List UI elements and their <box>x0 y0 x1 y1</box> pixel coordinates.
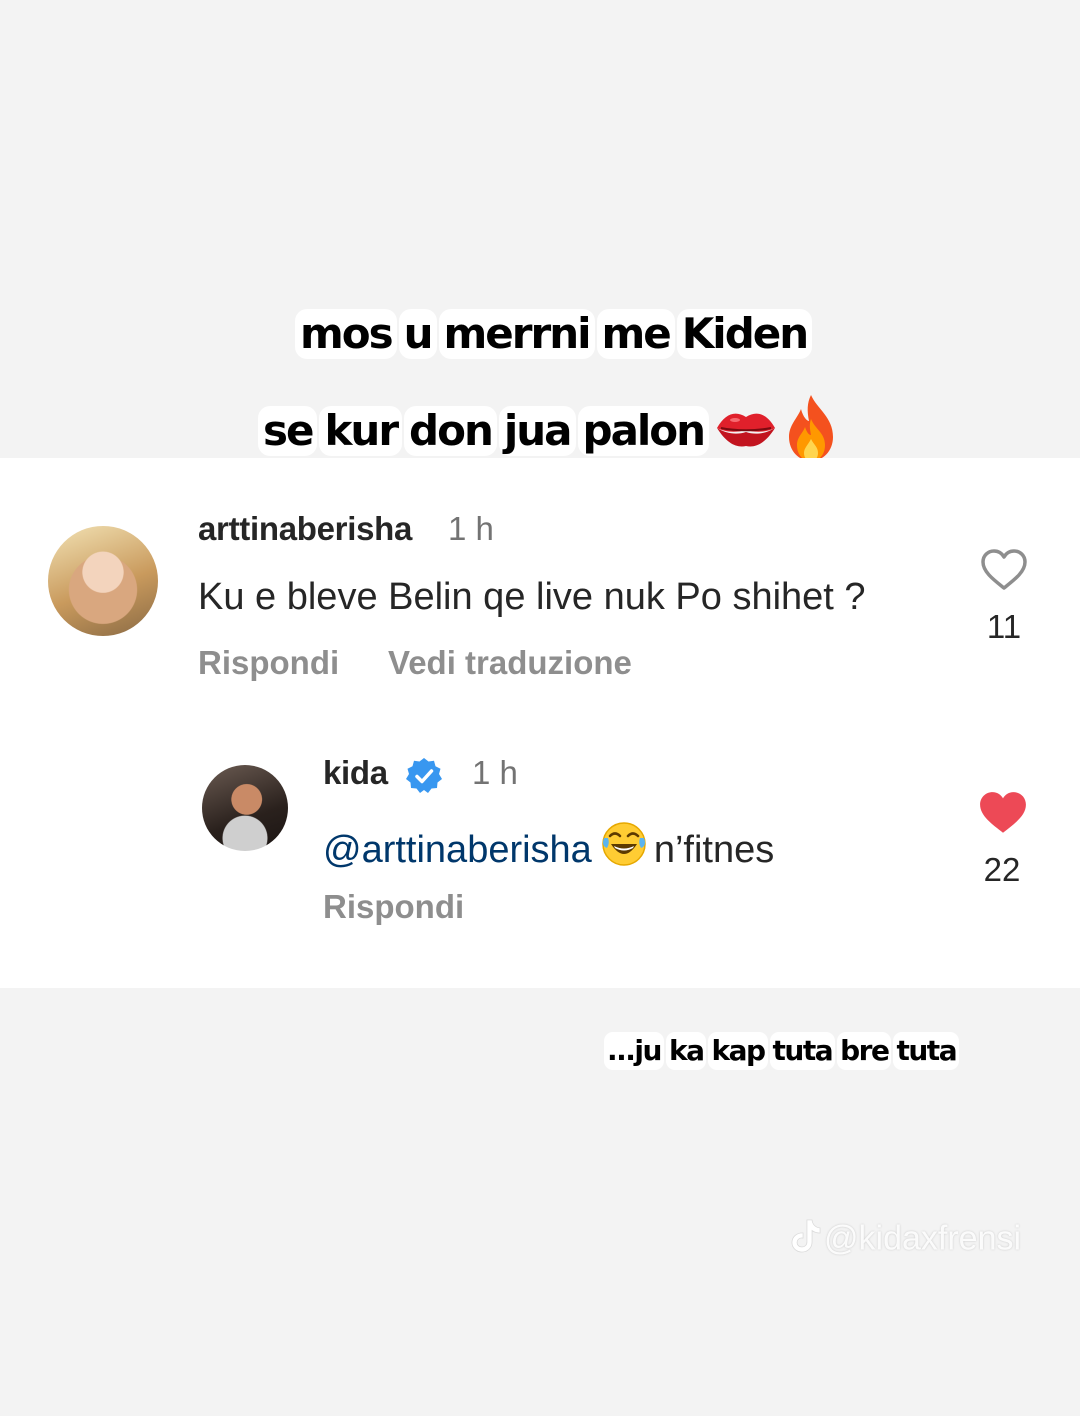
comment-username[interactable]: arttinaberisha <box>198 510 412 548</box>
caption-bottom: ...ju ka kap tuta bre tuta <box>604 1032 961 1070</box>
caption-word: me <box>596 309 675 359</box>
caption-word: kur <box>319 406 403 456</box>
caption-top-line-1: mos u merrni me Kiden <box>295 309 814 359</box>
watermark-handle: @kidaxfrensi <box>824 1219 1022 1258</box>
reply-button[interactable]: Rispondi <box>323 888 464 926</box>
tiktok-icon <box>790 1218 822 1263</box>
caption-word: tuta <box>893 1032 960 1070</box>
reply-body-text: n’fitnes <box>653 829 775 871</box>
heart-outline-icon[interactable] <box>980 548 1028 597</box>
caption-word: tuta <box>769 1032 836 1070</box>
comment-text: Ku e bleve Belin qe live nuk Po shihet ? <box>198 576 866 618</box>
caption-word: jua <box>498 406 576 456</box>
kiss-lips-emoji-icon <box>715 408 777 459</box>
caption-word: merrni <box>438 309 595 359</box>
like-count: 22 <box>983 851 1021 888</box>
reply-time: 1 h <box>472 754 518 791</box>
watermark: @kidaxfrensi <box>790 1218 1021 1263</box>
heart-filled-icon[interactable] <box>978 790 1028 841</box>
reply-username[interactable]: kida <box>323 754 388 792</box>
avatar[interactable] <box>202 765 288 851</box>
caption-word: palon <box>577 406 710 456</box>
caption-word: mos <box>295 309 397 359</box>
comments-panel: arttinaberisha 1 h Ku e bleve Belin qe l… <box>0 458 1080 988</box>
like-count: 11 <box>986 608 1022 645</box>
avatar[interactable] <box>48 526 158 636</box>
reply-text: @arttinaberisha n’fitnes <box>323 820 774 878</box>
caption-word: Kiden <box>676 309 813 359</box>
verified-badge-icon <box>404 756 444 801</box>
caption-word: ...ju <box>604 1032 664 1070</box>
comment-time: 1 h <box>448 510 494 547</box>
caption-word: ka <box>665 1032 707 1070</box>
caption-word: don <box>404 406 497 456</box>
caption-word: u <box>398 309 437 359</box>
mention-link[interactable]: @arttinaberisha <box>323 829 592 871</box>
see-translation-button[interactable]: Vedi traduzione <box>388 644 632 682</box>
caption-word: se <box>258 406 318 456</box>
reply-button[interactable]: Rispondi <box>198 644 339 682</box>
caption-word: kap <box>708 1032 768 1070</box>
face-with-tears-of-joy-emoji-icon <box>600 820 648 878</box>
caption-word: bre <box>837 1032 892 1070</box>
